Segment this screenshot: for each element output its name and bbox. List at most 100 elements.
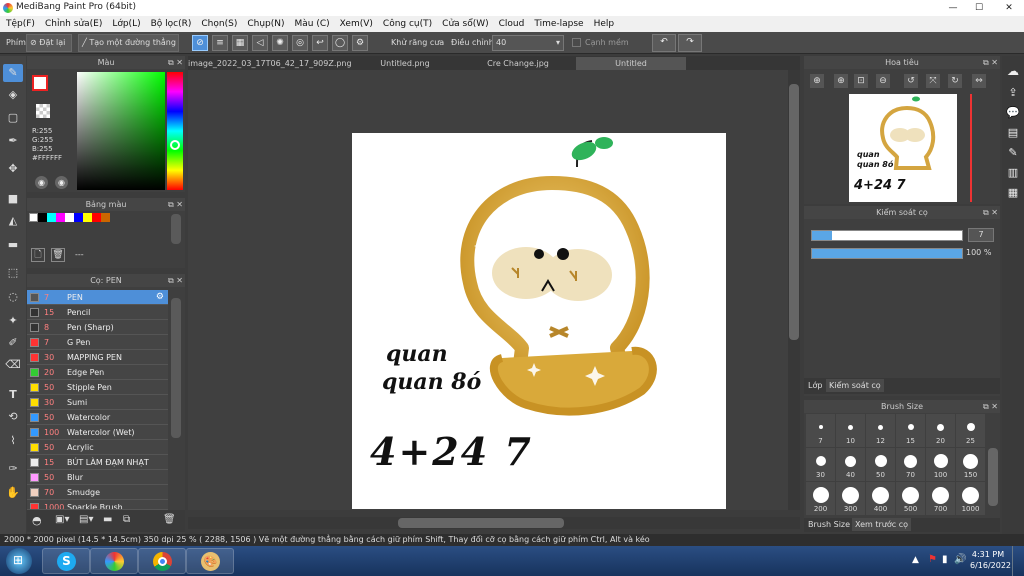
skype-taskbar-button[interactable]: S xyxy=(42,548,90,574)
fit-icon[interactable]: ⊡ xyxy=(854,74,868,88)
eyedropper-icon[interactable]: ✑ xyxy=(3,460,23,478)
brush-menu-icon[interactable]: ▣▾ xyxy=(55,514,69,525)
folder-icon[interactable]: ▬ xyxy=(103,514,112,525)
brush-item-5[interactable]: 20 Edge Pen xyxy=(27,365,168,380)
transparent-swatch[interactable] xyxy=(36,104,50,118)
zoom-out-icon[interactable]: ⊖ xyxy=(876,74,890,88)
swatch[interactable] xyxy=(47,213,56,222)
brush-size-cell[interactable]: 400 xyxy=(866,482,895,515)
tab-untitled[interactable]: Untitled xyxy=(576,57,686,70)
swatch[interactable] xyxy=(101,213,110,222)
brush-size-cell[interactable]: 7 xyxy=(806,414,835,447)
panel-controls-icon[interactable]: ⧉ ✕ xyxy=(983,206,998,219)
fit-screen-icon[interactable]: ⤧ xyxy=(926,74,940,88)
snap-ellipse-icon[interactable]: ◯ xyxy=(332,35,348,51)
brush-item-13[interactable]: 70 Smudge xyxy=(27,485,168,500)
eraser-tool-icon[interactable]: ◈ xyxy=(3,86,23,104)
pen-tool-icon[interactable]: ✒ xyxy=(3,132,23,150)
brush-size-cell[interactable]: 20 xyxy=(926,414,955,447)
paint-taskbar-button[interactable]: 🎨 xyxy=(186,548,234,574)
magic-wand-icon[interactable]: ✦ xyxy=(3,312,23,330)
bucket-tool-icon[interactable]: ◭ xyxy=(3,212,23,230)
brush-item-14[interactable]: 1000 Sparkle Brush xyxy=(27,500,168,510)
close-button[interactable]: ✕ xyxy=(994,1,1024,15)
snap-radial-icon[interactable]: ✺ xyxy=(272,35,288,51)
brush-size-cell[interactable]: 30 xyxy=(806,448,835,481)
brush-size-cell[interactable]: 1000 xyxy=(956,482,985,515)
medibang-taskbar-button[interactable] xyxy=(90,548,138,574)
tray-network-icon[interactable]: ▮ xyxy=(942,554,948,565)
add-brush-icon[interactable]: ◓ xyxy=(32,514,42,527)
hue-handle[interactable] xyxy=(170,140,180,150)
panel-controls-icon[interactable]: ⧉ ✕ xyxy=(168,198,183,211)
vertical-scrollbar[interactable] xyxy=(789,84,799,340)
brush-item-11[interactable]: 15 BÚT LÀM ĐẠM NHẠT xyxy=(27,455,168,470)
foreground-color-swatch[interactable] xyxy=(32,75,48,91)
menu-snap[interactable]: Chụp(N) xyxy=(242,19,289,29)
hue-slider[interactable] xyxy=(167,72,183,190)
operation-tool-icon[interactable]: ⟲ xyxy=(3,408,23,426)
brush-list-scrollbar[interactable] xyxy=(171,298,181,438)
menu-view[interactable]: Xem(V) xyxy=(335,19,378,29)
menu-window[interactable]: Cửa sổ(W) xyxy=(437,19,493,29)
snap-circle-icon[interactable]: ◎ xyxy=(292,35,308,51)
straight-line-button[interactable]: ╱ Tạo một đường thẳng xyxy=(78,34,179,52)
tab-image-png[interactable]: image_2022_03_17T06_42_17_909Z.png xyxy=(188,57,352,70)
flip-icon[interactable]: ⇔ xyxy=(972,74,986,88)
horizontal-scrollbar[interactable] xyxy=(398,518,564,528)
soft-edge-checkbox[interactable] xyxy=(572,38,581,47)
brush-item-10[interactable]: 50 Acrylic xyxy=(27,440,168,455)
swatch[interactable] xyxy=(56,213,65,222)
brush-size-cell[interactable]: 10 xyxy=(836,414,865,447)
brush-settings-icon[interactable]: ▤▾ xyxy=(79,514,93,525)
hand-tool-icon[interactable]: ✋ xyxy=(3,484,23,502)
brush-item-6[interactable]: 50 Stipple Pen xyxy=(27,380,168,395)
zoom-in-icon[interactable]: ⊕ xyxy=(810,74,824,88)
brush-size-cell[interactable]: 50 xyxy=(866,448,895,481)
brush-size-cell[interactable]: 15 xyxy=(896,414,925,447)
snap-cross-icon[interactable]: ▦ xyxy=(232,35,248,51)
brush-size-value[interactable]: 7 xyxy=(968,228,994,242)
gradient-tool-icon[interactable]: ▬ xyxy=(3,236,23,254)
clock[interactable]: 4:31 PM 6/16/2022 xyxy=(970,550,1011,570)
snap-off-icon[interactable]: ⊘ xyxy=(192,35,208,51)
maximize-button[interactable]: ☐ xyxy=(966,1,992,15)
move-tool-icon[interactable]: ✥ xyxy=(3,160,23,178)
chrome-taskbar-button[interactable] xyxy=(138,548,186,574)
brush-size-cell[interactable]: 200 xyxy=(806,482,835,515)
brush-item-7[interactable]: 30 Sumi xyxy=(27,395,168,410)
brush-size-cell[interactable]: 25 xyxy=(956,414,985,447)
brush-size-cell[interactable]: 12 xyxy=(866,414,895,447)
tab-brush-control[interactable]: Kiểm soát cọ xyxy=(826,379,884,392)
tray-volume-icon[interactable]: 🔊 xyxy=(954,554,966,565)
text-tool-icon[interactable]: T xyxy=(3,386,23,404)
undo-icon[interactable]: ↶ xyxy=(652,34,676,52)
menu-filter[interactable]: Bộ lọc(R) xyxy=(146,19,197,29)
snap-vanish-icon[interactable]: ◁ xyxy=(252,35,268,51)
reset-button[interactable]: ⊘ Đặt lại xyxy=(26,34,72,52)
menu-help[interactable]: Help xyxy=(589,19,620,29)
swatch[interactable] xyxy=(29,213,38,222)
start-button[interactable]: ⊞ xyxy=(6,548,32,574)
show-desktop-button[interactable] xyxy=(1012,546,1024,576)
zoom-in-icon[interactable]: ⊕ xyxy=(834,74,848,88)
brush-item-8[interactable]: 50 Watercolor xyxy=(27,410,168,425)
brush-size-cell[interactable]: 40 xyxy=(836,448,865,481)
dropper-tool-icon[interactable]: ⌇ xyxy=(3,432,23,450)
brush-size-scrollbar[interactable] xyxy=(988,448,998,506)
comment-icon[interactable]: ▤ xyxy=(1005,126,1021,142)
color-settings-icon[interactable]: ◉ xyxy=(55,176,68,189)
lasso-tool-icon[interactable]: ◌ xyxy=(3,288,23,306)
menu-layer[interactable]: Lớp(L) xyxy=(107,19,145,29)
panel-controls-icon[interactable]: ⧉ ✕ xyxy=(983,56,998,69)
menu-color[interactable]: Màu (C) xyxy=(290,19,335,29)
brush-size-cell[interactable]: 70 xyxy=(896,448,925,481)
trash-icon[interactable]: 🗑 xyxy=(163,514,176,525)
adjust-select[interactable]: 40 ▾ xyxy=(492,35,564,51)
material-icon[interactable]: ▦ xyxy=(1005,186,1021,202)
snap-curve-icon[interactable]: ↩ xyxy=(312,35,328,51)
brush-size-cell[interactable]: 100 xyxy=(926,448,955,481)
new-palette-icon[interactable]: 🗋 xyxy=(31,248,45,262)
menu-tools[interactable]: Công cụ(T) xyxy=(378,19,437,29)
menu-cloud[interactable]: Cloud xyxy=(494,19,530,29)
